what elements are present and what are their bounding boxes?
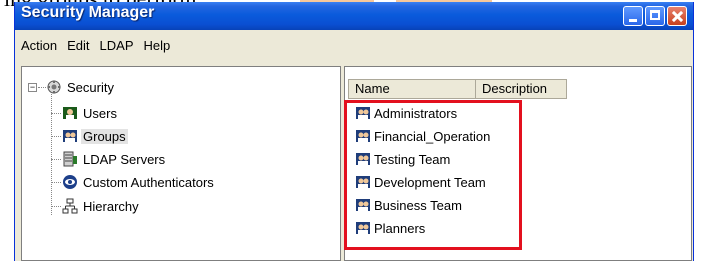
- menu-help[interactable]: Help: [139, 38, 176, 53]
- window-title: Security Manager: [21, 4, 155, 21]
- tree-connector: [51, 136, 61, 137]
- minimize-button[interactable]: [623, 6, 643, 26]
- maximize-button[interactable]: [645, 6, 665, 26]
- tree-connector: [51, 182, 61, 183]
- security-tree-pane: − Security Users Groups LDAP Servers Cus…: [21, 66, 341, 261]
- tree-item-label: Users: [83, 105, 117, 121]
- column-header-name[interactable]: Name: [348, 79, 476, 99]
- tree-item-label: LDAP Servers: [83, 151, 166, 167]
- annotation-highlight-box: [344, 100, 522, 250]
- tree-item-label: Security: [67, 79, 114, 95]
- tree-item-security[interactable]: Security: [46, 79, 116, 95]
- menu-bar: Action Edit LDAP Help: [15, 30, 693, 60]
- column-header-description[interactable]: Description: [475, 79, 567, 99]
- tree-collapse-toggle[interactable]: −: [28, 83, 37, 92]
- tree-item-users[interactable]: Users: [62, 105, 119, 121]
- hierarchy-icon: [62, 198, 78, 214]
- tree-connector: [38, 87, 46, 88]
- tree-item-hierarchy[interactable]: Hierarchy: [62, 198, 141, 214]
- tree-connector: [51, 113, 61, 114]
- groups-icon: [62, 128, 78, 144]
- ldap-servers-icon: [62, 151, 78, 167]
- security-icon: [46, 79, 62, 95]
- tree-connector: [51, 159, 61, 160]
- title-bar[interactable]: Security Manager: [15, 2, 693, 30]
- close-button[interactable]: [667, 6, 687, 26]
- custom-authenticators-icon: [62, 174, 78, 190]
- menu-edit[interactable]: Edit: [62, 38, 94, 53]
- tree-item-label: Hierarchy: [83, 198, 139, 214]
- tree-connector: [51, 206, 61, 207]
- tree-item-ldap-servers[interactable]: LDAP Servers: [62, 151, 167, 167]
- menu-ldap[interactable]: LDAP: [95, 38, 139, 53]
- tree-item-groups[interactable]: Groups: [62, 128, 128, 144]
- tree-item-custom-authenticators[interactable]: Custom Authenticators: [62, 174, 216, 190]
- users-icon: [62, 105, 78, 121]
- tree-item-label: Custom Authenticators: [83, 174, 214, 190]
- menu-action[interactable]: Action: [15, 38, 62, 53]
- tree-item-label: Groups: [81, 128, 128, 144]
